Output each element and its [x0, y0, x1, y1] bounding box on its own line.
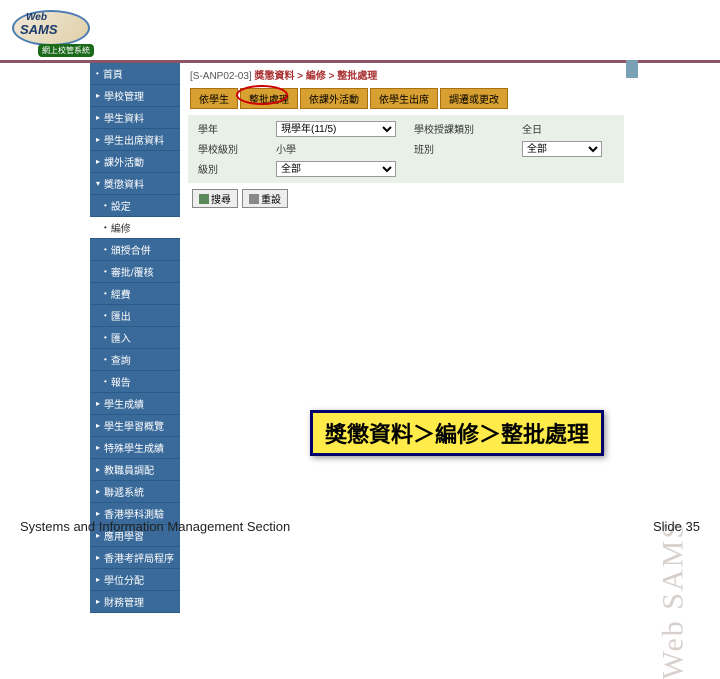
sidebar-sub-funds[interactable]: •經費: [90, 283, 180, 305]
sidebar-item-student-data[interactable]: ▸學生資料: [90, 107, 180, 129]
caret-down-icon: ▾: [96, 179, 100, 188]
search-icon: [199, 194, 209, 204]
search-button[interactable]: 搜尋: [192, 189, 238, 208]
bullet-icon: •: [104, 289, 107, 298]
slide-number: 35: [686, 519, 700, 534]
bullet-icon: •: [104, 245, 107, 254]
bullet-icon: •: [104, 311, 107, 320]
sidebar-item-finance[interactable]: ▸財務管理: [90, 591, 180, 613]
breadcrumb-code: [S-ANP02-03]: [190, 71, 252, 82]
sidebar-item-attendance[interactable]: ▸學生出席資料: [90, 129, 180, 151]
tab-transfer-change[interactable]: 調遷或更改: [440, 88, 508, 109]
bullet-icon: •: [104, 355, 107, 364]
breadcrumb: [S-ANP02-03] 獎懲資料 > 編修 > 整批處理: [182, 63, 630, 86]
caret-icon: ▸: [96, 597, 100, 606]
sidebar-item-results[interactable]: ▸學生成績: [90, 393, 180, 415]
sidebar-item-home[interactable]: •首頁: [90, 63, 180, 85]
app-logo: Web SAMS 網上校管系統: [8, 8, 108, 56]
sidebar-item-activities[interactable]: ▸課外活動: [90, 151, 180, 173]
sidebar-item-special-results[interactable]: ▸特殊學生成績: [90, 437, 180, 459]
caret-icon: ▸: [96, 465, 100, 474]
sidebar-sub-edit[interactable]: •編修: [90, 217, 180, 239]
sidebar-sub-settings[interactable]: •設定: [90, 195, 180, 217]
sidebar-item-learning-profile[interactable]: ▸學生學習概覽: [90, 415, 180, 437]
bullet-icon: •: [104, 377, 107, 386]
caret-icon: ▸: [96, 135, 100, 144]
sidebar-item-allocation[interactable]: ▸學位分配: [90, 569, 180, 591]
group-select[interactable]: 全部: [276, 161, 396, 177]
breadcrumb-path: 獎懲資料 > 編修 > 整批處理: [254, 71, 377, 82]
tab-batch-process[interactable]: 整批處理: [240, 88, 298, 109]
sidebar-sub-query[interactable]: •查詢: [90, 349, 180, 371]
logo-subtitle: 網上校管系統: [38, 44, 94, 57]
reset-button[interactable]: 重設: [242, 189, 288, 208]
bullet-icon: •: [104, 333, 107, 342]
sidebar-sub-export[interactable]: •匯出: [90, 305, 180, 327]
caret-icon: ▸: [96, 443, 100, 452]
sidebar-item-transfer[interactable]: ▸聯遞系統: [90, 481, 180, 503]
bullet-icon: •: [96, 69, 99, 78]
bullet-icon: •: [104, 223, 107, 232]
group-label: 級別: [198, 161, 258, 177]
sidebar-item-award-punish[interactable]: ▾獎懲資料: [90, 173, 180, 195]
class-type-label: 學校授課類別: [414, 121, 504, 137]
tab-by-attendance[interactable]: 依學生出席: [370, 88, 438, 109]
sidebar-item-hkeaa[interactable]: ▸香港考評局程序: [90, 547, 180, 569]
bullet-icon: •: [104, 201, 107, 210]
caret-icon: ▸: [96, 157, 100, 166]
footer-left: Systems and Information Management Secti…: [20, 519, 290, 534]
sidebar-sub-import[interactable]: •匯入: [90, 327, 180, 349]
caret-icon: ▸: [96, 575, 100, 584]
sidebar-sub-merge[interactable]: •頒授合併: [90, 239, 180, 261]
search-form: 學年 現學年(11/5) 學校授課類別 全日 學校級別 小學 班別 全部 級別 …: [188, 115, 624, 183]
level-value: 小學: [276, 141, 396, 157]
sidebar-item-school-mgmt[interactable]: ▸學校管理: [90, 85, 180, 107]
caret-icon: ▸: [96, 487, 100, 496]
bullet-icon: •: [104, 267, 107, 276]
year-select[interactable]: 現學年(11/5): [276, 121, 396, 137]
sidebar-sub-report[interactable]: •報告: [90, 371, 180, 393]
year-label: 學年: [198, 121, 258, 137]
main-content: [S-ANP02-03] 獎懲資料 > 編修 > 整批處理 依學生 整批處理 依…: [182, 63, 630, 210]
logo-sams-text: SAMS: [20, 22, 58, 37]
watermark-text: Web SAMS: [656, 520, 690, 679]
tab-by-student[interactable]: 依學生: [190, 88, 238, 109]
reset-icon: [249, 194, 259, 204]
caret-icon: ▸: [96, 113, 100, 122]
caret-icon: ▸: [96, 91, 100, 100]
tab-by-activity[interactable]: 依課外活動: [300, 88, 368, 109]
sidebar-item-staff[interactable]: ▸教職員調配: [90, 459, 180, 481]
sidebar-sub-approve[interactable]: •審批/覆核: [90, 261, 180, 283]
caret-icon: ▸: [96, 399, 100, 408]
caret-icon: ▸: [96, 421, 100, 430]
tab-bar: 依學生 整批處理 依課外活動 依學生出席 調遷或更改: [182, 86, 630, 111]
footer-right: Slide 35: [653, 519, 700, 534]
slide-footer: Systems and Information Management Secti…: [0, 513, 720, 540]
level-label: 學校級別: [198, 141, 258, 157]
caret-icon: ▸: [96, 553, 100, 562]
action-row: 搜尋 重設: [182, 187, 630, 210]
class-select[interactable]: 全部: [522, 141, 602, 157]
highlight-callout: 獎懲資料＞編修＞整批處理: [310, 410, 604, 456]
class-label: 班別: [414, 141, 504, 157]
class-type-value: 全日: [522, 121, 602, 137]
